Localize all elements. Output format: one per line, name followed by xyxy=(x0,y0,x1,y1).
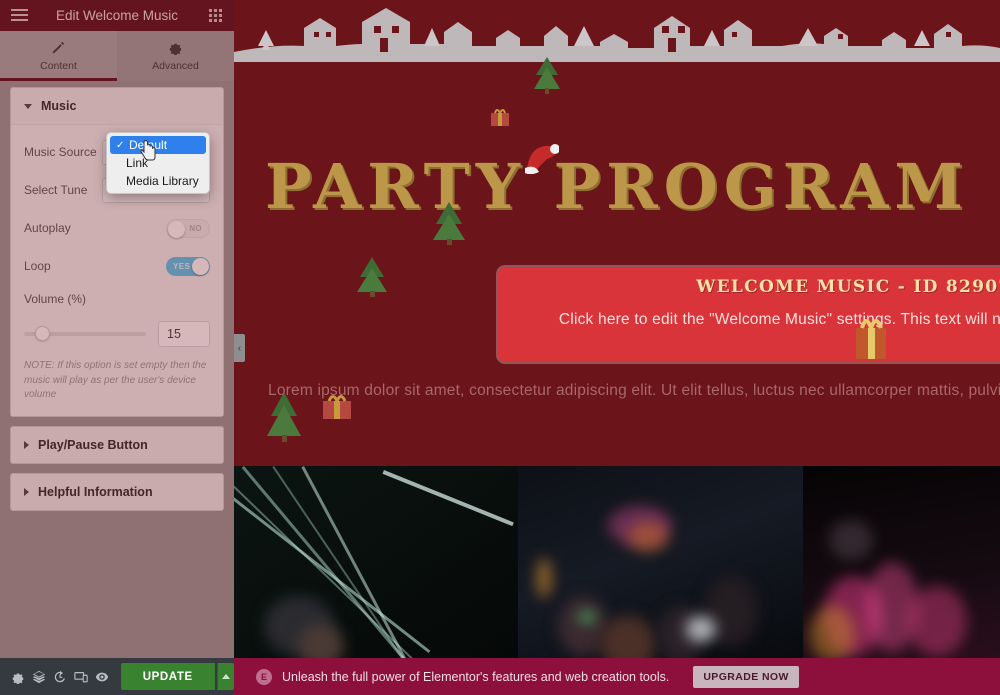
autoplay-toggle-state: NO xyxy=(189,223,202,233)
toggle-knob xyxy=(168,220,185,238)
navigator-layers-icon[interactable] xyxy=(29,663,48,690)
volume-input[interactable]: 15 xyxy=(158,321,210,347)
loop-row: Loop YES xyxy=(24,249,210,283)
photo-gallery[interactable] xyxy=(234,466,1000,661)
pencil-icon xyxy=(52,42,64,54)
editor-panel[interactable]: Edit Welcome Music Content Advanced Musi… xyxy=(0,0,234,695)
chevron-left-icon: ‹ xyxy=(237,342,242,354)
dropdown-option-default[interactable]: ✓ Default xyxy=(110,136,206,154)
autoplay-toggle[interactable]: NO xyxy=(166,218,210,238)
volume-label-row: Volume (%) xyxy=(24,287,210,311)
upgrade-now-button[interactable]: UPGRADE NOW xyxy=(693,665,799,688)
preview-canvas[interactable]: PARTY PROGRAM WELCOME MUSIC - ID 8290 Cl… xyxy=(234,0,1000,695)
caret-down-icon xyxy=(24,103,32,109)
welcome-music-widget[interactable]: WELCOME MUSIC - ID 8290733 Click here to… xyxy=(484,262,1000,362)
gear-icon xyxy=(169,43,182,55)
preview-eye-icon[interactable] xyxy=(93,663,112,690)
volume-slider[interactable] xyxy=(24,326,146,341)
welcome-music-widget-title: WELCOME MUSIC - ID 8290733 xyxy=(696,277,1000,297)
tab-advanced-label: Advanced xyxy=(152,60,199,72)
tab-content-label: Content xyxy=(40,60,77,72)
select-tune-label: Select Tune xyxy=(24,183,88,197)
lorem-paragraph: Lorem ipsum dolor sit amet, consectetur … xyxy=(268,382,1000,399)
loop-toggle[interactable]: YES xyxy=(166,256,210,276)
autoplay-row: Autoplay NO xyxy=(24,211,210,245)
village-silhouette-banner xyxy=(234,0,1000,62)
mouse-cursor-hand-icon xyxy=(140,140,156,161)
section-play-pause-button[interactable]: Play/Pause Button xyxy=(10,425,224,464)
volume-label: Volume (%) xyxy=(24,292,87,306)
caret-up-icon xyxy=(221,674,230,679)
dropdown-option-link[interactable]: Link xyxy=(107,154,209,172)
elementor-logo-icon: E xyxy=(256,668,272,685)
section-music-label: Music xyxy=(41,99,77,113)
responsive-mode-icon[interactable] xyxy=(71,663,90,690)
welcome-music-widget-box[interactable]: WELCOME MUSIC - ID 8290733 Click here to… xyxy=(498,267,1000,362)
dropdown-option-media-library-label: Media Library xyxy=(126,174,199,188)
upgrade-banner: E Unleash the full power of Elementor's … xyxy=(234,658,1000,695)
grid-apps-icon[interactable] xyxy=(209,8,223,23)
autoplay-label: Autoplay xyxy=(24,221,71,235)
section-music-header[interactable]: Music xyxy=(11,88,223,125)
photo-crowd-dancing[interactable] xyxy=(518,466,803,661)
photo-laser-lights[interactable] xyxy=(234,466,518,661)
loop-label: Loop xyxy=(24,259,51,273)
section-play-pause-header[interactable]: Play/Pause Button xyxy=(11,427,223,463)
volume-control-row: 15 xyxy=(24,321,210,347)
check-icon: ✓ xyxy=(116,139,125,151)
elementor-editor-window: PARTY PROGRAM WELCOME MUSIC - ID 8290 Cl… xyxy=(0,0,1000,695)
section-helpful-information-label: Helpful Information xyxy=(38,484,153,499)
hero-heading: PARTY PROGRAM xyxy=(265,150,969,223)
update-button[interactable]: UPDATE xyxy=(120,663,215,690)
hamburger-menu-icon[interactable] xyxy=(11,9,28,22)
volume-note: NOTE: If this option is set empty then t… xyxy=(24,360,207,400)
toggle-knob xyxy=(192,257,209,275)
dropdown-option-media-library[interactable]: Media Library xyxy=(107,172,209,190)
section-helpful-information-header[interactable]: Helpful Information xyxy=(11,474,223,510)
panel-title: Edit Welcome Music xyxy=(55,8,179,23)
upgrade-banner-text: Unleash the full power of Elementor's fe… xyxy=(282,669,670,684)
update-options-button[interactable] xyxy=(216,663,235,690)
welcome-music-widget-subtitle: Click here to edit the "Welcome Music" s… xyxy=(558,311,1000,328)
editor-footer-toolbar[interactable]: UPDATE xyxy=(0,658,235,695)
settings-gear-icon[interactable] xyxy=(8,663,27,690)
gift-decoration-icon xyxy=(491,109,509,126)
panel-header: Edit Welcome Music xyxy=(0,0,234,31)
santa-hat-icon xyxy=(525,144,559,174)
section-helpful-information[interactable]: Helpful Information xyxy=(10,472,224,511)
history-icon[interactable] xyxy=(50,663,69,690)
panel-collapse-handle[interactable]: ‹ xyxy=(234,334,245,362)
photo-pink-lights[interactable] xyxy=(803,466,1000,661)
tab-advanced[interactable]: Advanced xyxy=(117,31,234,81)
music-source-dropdown[interactable]: ✓ Default Link Media Library xyxy=(106,132,210,194)
caret-right-icon xyxy=(24,440,29,449)
caret-right-icon xyxy=(24,487,29,496)
volume-slider-handle[interactable] xyxy=(35,326,51,341)
section-play-pause-label: Play/Pause Button xyxy=(38,437,148,452)
tree-decoration-icon xyxy=(357,257,387,297)
music-source-label: Music Source xyxy=(24,145,97,159)
tab-content[interactable]: Content xyxy=(0,31,117,81)
panel-tabs[interactable]: Content Advanced xyxy=(0,31,234,81)
